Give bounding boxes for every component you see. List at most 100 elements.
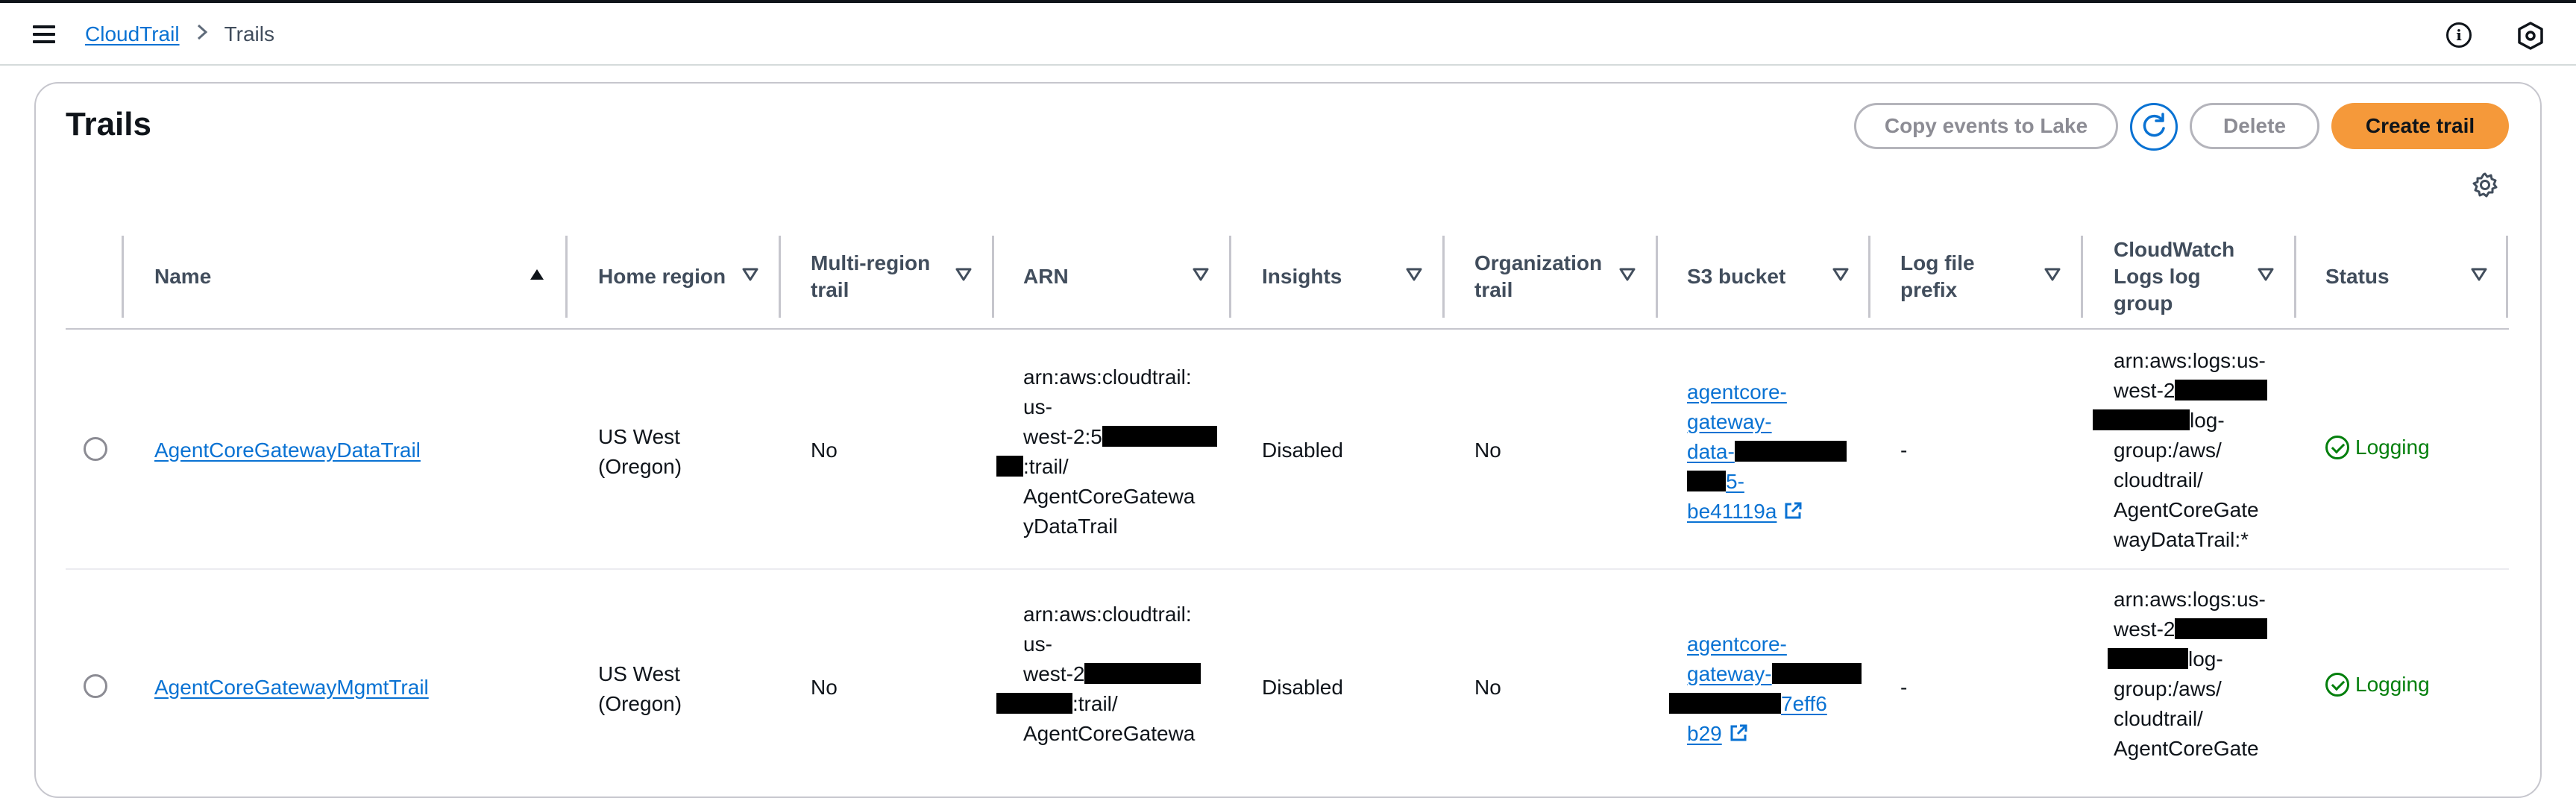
arn-line: us- [1023, 395, 1052, 418]
cloudwatch-line: AgentCoreGate [2114, 737, 2259, 760]
column-resize-handle[interactable] [2081, 236, 2083, 318]
home-region-line: US West [598, 425, 680, 448]
column-header-cloudwatch-line3[interactable]: group [2114, 291, 2173, 316]
copy-events-to-lake-button[interactable]: Copy events to Lake [1854, 103, 2118, 149]
sort-icon[interactable] [2257, 267, 2275, 282]
column-header-cloudwatch-line2[interactable]: Logs log [2114, 264, 2201, 289]
column-resize-handle[interactable] [1442, 236, 1445, 318]
s3-bucket-link[interactable]: b29 [1687, 722, 1722, 745]
cloudwatch-line: arn:aws:logs:us- [2114, 349, 2266, 372]
check-circle-icon [2325, 436, 2349, 459]
column-header-s3-bucket[interactable]: S3 bucket [1687, 264, 1785, 289]
arn-line: :trail/ [1023, 455, 1069, 478]
sort-icon[interactable] [1192, 267, 1210, 282]
s3-bucket-link[interactable]: agentcore- [1687, 380, 1787, 403]
column-resize-handle[interactable] [565, 236, 568, 318]
column-header-multi-region-line2[interactable]: trail [811, 277, 849, 303]
column-header-arn[interactable]: ARN [1023, 264, 1069, 289]
sort-icon[interactable] [955, 267, 973, 282]
s3-bucket-cell: agentcore- gateway- 7eff6 b29 [1669, 629, 1878, 749]
sort-icon[interactable] [2043, 267, 2061, 282]
column-header-log-prefix-line1[interactable]: Log file [1900, 251, 1975, 276]
delete-button[interactable]: Delete [2190, 103, 2319, 149]
gear-icon[interactable] [2472, 172, 2498, 198]
menu-icon[interactable] [30, 21, 60, 49]
arn-line: west-2:5 [1023, 425, 1102, 448]
cloudwatch-line: west-2 [2114, 379, 2176, 402]
external-link-icon[interactable] [1728, 722, 1749, 743]
cloudwatch-line: cloudtrail/ [2114, 468, 2203, 491]
redacted-block [2175, 380, 2268, 400]
column-header-multi-region-line1[interactable]: Multi-region [811, 251, 930, 276]
row-select-radio[interactable] [84, 674, 107, 698]
trail-name-link[interactable]: AgentCoreGatewayDataTrail [154, 439, 421, 462]
sort-icon[interactable] [1405, 267, 1423, 282]
arn-line: west-2 [1023, 662, 1085, 685]
status-text: Logging [2355, 673, 2430, 696]
s3-bucket-link[interactable]: 7eff6 [1781, 692, 1827, 715]
cloudwatch-line: AgentCoreGate [2114, 498, 2259, 521]
cloudwatch-log-group-cell: arn:aws:logs:us- west-2 log- group:/aws/… [2093, 585, 2302, 764]
row-select-radio[interactable] [84, 437, 107, 461]
multi-region-cell: No [811, 676, 838, 699]
column-header-cloudwatch-line1[interactable]: CloudWatch [2114, 237, 2234, 263]
log-prefix-cell: - [1900, 676, 1908, 699]
page-title: Trails [66, 106, 151, 142]
external-link-icon[interactable] [1782, 500, 1803, 521]
arn-line: arn:aws:cloudtrail: [1023, 603, 1192, 626]
top-navigation-bar: CloudTrail Trails i [0, 0, 2576, 66]
s3-bucket-link[interactable]: agentcore- [1687, 632, 1787, 656]
s3-bucket-link[interactable]: gateway- [1687, 410, 1772, 433]
home-region-line: (Oregon) [598, 692, 682, 715]
column-resize-handle[interactable] [779, 236, 781, 318]
column-header-status[interactable]: Status [2325, 264, 2390, 289]
column-header-home-region[interactable]: Home region [598, 264, 726, 289]
trail-name-link[interactable]: AgentCoreGatewayMgmtTrail [154, 676, 429, 699]
insights-cell: Disabled [1262, 676, 1343, 699]
cloudwatch-line: arn:aws:logs:us- [2114, 588, 2266, 611]
redacted-block [996, 456, 1023, 477]
column-resize-handle[interactable] [1229, 236, 1231, 318]
sort-icon[interactable] [1618, 267, 1636, 282]
cloudwatch-line: log- [2188, 647, 2223, 670]
column-resize-handle[interactable] [1868, 236, 1870, 318]
s3-bucket-link[interactable]: be41119a [1687, 500, 1777, 523]
cloudwatch-line: cloudtrail/ [2114, 707, 2203, 730]
sort-icon[interactable] [741, 267, 759, 282]
sort-icon[interactable] [1832, 267, 1850, 282]
s3-bucket-link[interactable]: data- [1687, 440, 1735, 463]
arn-line: arn:aws:cloudtrail: [1023, 365, 1192, 389]
sort-icon[interactable] [2470, 267, 2488, 282]
column-resize-handle[interactable] [992, 236, 994, 318]
redacted-block [1669, 693, 1781, 714]
chevron-right-icon [196, 23, 208, 45]
s3-bucket-link[interactable]: gateway- [1687, 662, 1772, 685]
arn-cell: arn:aws:cloudtrail: us- west-2 :trail/ A… [996, 600, 1235, 749]
redacted-block [1102, 426, 1217, 447]
breadcrumb: CloudTrail Trails [85, 22, 274, 46]
info-icon[interactable]: i [2446, 22, 2472, 48]
arn-line: yDataTrail [1023, 515, 1118, 538]
create-trail-button[interactable]: Create trail [2331, 103, 2509, 149]
home-region-line: US West [598, 662, 680, 685]
column-header-insights[interactable]: Insights [1262, 264, 1342, 289]
cloudwatch-line: log- [2190, 409, 2225, 432]
notifications-hex-icon[interactable] [2516, 21, 2545, 51]
column-header-name[interactable]: Name [154, 264, 211, 289]
redacted-block [2093, 409, 2190, 430]
s3-bucket-cell: agentcore- gateway- data- 5- be41119a [1687, 377, 1873, 527]
sort-ascending-icon[interactable] [528, 267, 546, 282]
arn-line: :trail/ [1072, 692, 1118, 715]
s3-bucket-link[interactable]: 5- [1726, 470, 1744, 493]
breadcrumb-current: Trails [224, 22, 274, 45]
cloudwatch-line: group:/aws/ [2114, 439, 2222, 462]
column-header-log-prefix-line2[interactable]: prefix [1900, 277, 1957, 303]
column-header-organization-line1[interactable]: Organization [1474, 251, 1602, 276]
column-resize-handle[interactable] [2506, 236, 2508, 318]
arn-line: AgentCoreGatewa [1023, 722, 1196, 745]
column-resize-handle[interactable] [1656, 236, 1658, 318]
breadcrumb-cloudtrail-link[interactable]: CloudTrail [85, 22, 180, 46]
refresh-button[interactable] [2130, 103, 2178, 151]
column-header-organization-line2[interactable]: trail [1474, 277, 1512, 303]
column-resize-handle[interactable] [2294, 236, 2296, 318]
